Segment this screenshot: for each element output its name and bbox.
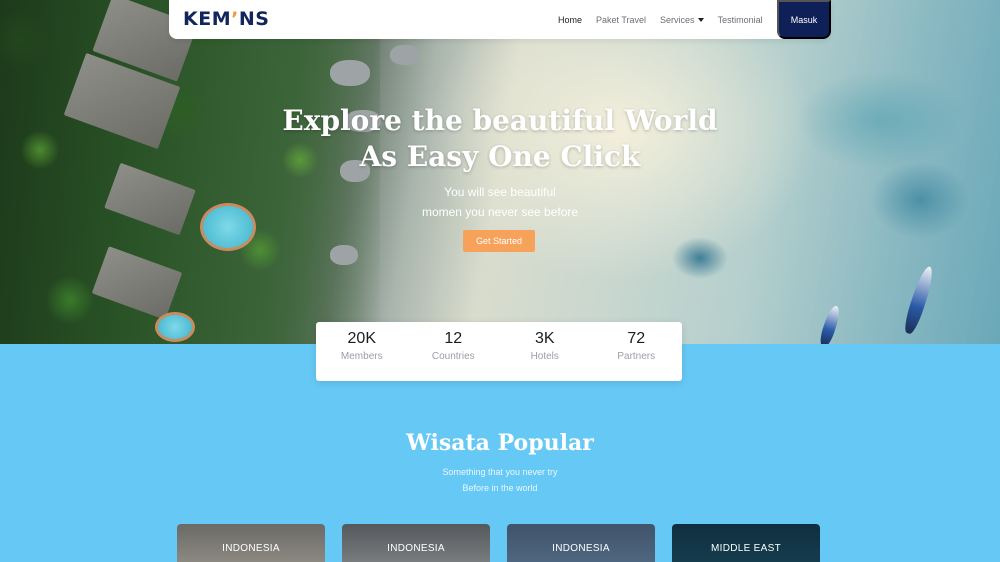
hero-subtitle: You will see beautiful momen you never s… <box>0 182 1000 222</box>
destination-card-label: INDONESIA <box>552 543 610 554</box>
nav-services[interactable]: Services <box>660 15 704 25</box>
chevron-down-icon <box>697 17 704 22</box>
nav-home[interactable]: Home <box>558 15 582 25</box>
destination-card[interactable]: INDONESIA <box>177 524 325 562</box>
destination-card[interactable]: INDONESIA <box>342 524 490 562</box>
popular-title: Wisata Popular <box>406 430 594 456</box>
logo-suffix: NS <box>238 8 270 30</box>
nav-paket-travel[interactable]: Paket Travel <box>596 15 646 25</box>
destination-card-label: INDONESIA <box>387 543 445 554</box>
navbar: KEM’NS Home Paket Travel Services Testim… <box>169 0 831 39</box>
hero-image-boat <box>817 304 843 344</box>
destination-card[interactable]: MIDDLE EAST <box>672 524 820 562</box>
stat-partners: 72 Partners <box>591 322 683 381</box>
stat-label: Members <box>340 351 383 362</box>
stat-label: Countries <box>431 351 475 362</box>
logo-mark: ’ <box>231 8 239 30</box>
stat-members: 20K Members <box>316 322 408 381</box>
get-started-button[interactable]: Get Started <box>463 230 535 252</box>
hero-image-rock <box>330 60 370 86</box>
login-button[interactable]: Masuk <box>777 0 831 39</box>
hero-title-line2: As Easy One Click <box>359 140 641 173</box>
stat-label: Partners <box>617 351 656 362</box>
hero-title-line1: Explore the beautiful World <box>282 104 718 137</box>
stat-value: 12 <box>444 330 463 347</box>
hero-image-pool <box>155 312 195 342</box>
hero-subtitle-line1: You will see beautiful <box>444 185 556 199</box>
stat-countries: 12 Countries <box>408 322 500 381</box>
destination-card-label: INDONESIA <box>222 543 280 554</box>
logo-prefix: KEM <box>183 8 232 30</box>
hero-subtitle-line2: momen you never see before <box>421 205 579 219</box>
nav-testimonial[interactable]: Testimonial <box>718 15 763 25</box>
brand-logo[interactable]: KEM’NS <box>183 8 269 30</box>
destination-cards: INDONESIA INDONESIA INDONESIA MIDDLE EAS… <box>177 524 820 562</box>
hero-image-boat <box>901 264 937 336</box>
hero-image-rock <box>330 245 358 265</box>
stat-hotels: 3K Hotels <box>499 322 591 381</box>
stat-value: 3K <box>534 330 555 347</box>
stat-value: 20K <box>347 330 376 347</box>
popular-subtitle: Something that you never try Before in t… <box>0 464 1000 496</box>
popular-subtitle-line1: Something that you never try <box>442 467 558 477</box>
stats-card: 20K Members 12 Countries 3K Hotels 72 Pa… <box>316 322 682 381</box>
hero-title: Explore the beautiful World As Easy One … <box>0 103 1000 175</box>
nav-services-label: Services <box>660 14 695 25</box>
hero-image-rock <box>390 45 420 65</box>
hero-section: Explore the beautiful World As Easy One … <box>0 0 1000 344</box>
destination-card-label: MIDDLE EAST <box>711 543 781 554</box>
destination-card[interactable]: INDONESIA <box>507 524 655 562</box>
stat-label: Hotels <box>530 351 559 362</box>
nav-links: Home Paket Travel Services Testimonial <box>558 0 777 39</box>
popular-subtitle-line2: Before in the world <box>462 483 538 493</box>
stat-value: 72 <box>627 330 646 347</box>
